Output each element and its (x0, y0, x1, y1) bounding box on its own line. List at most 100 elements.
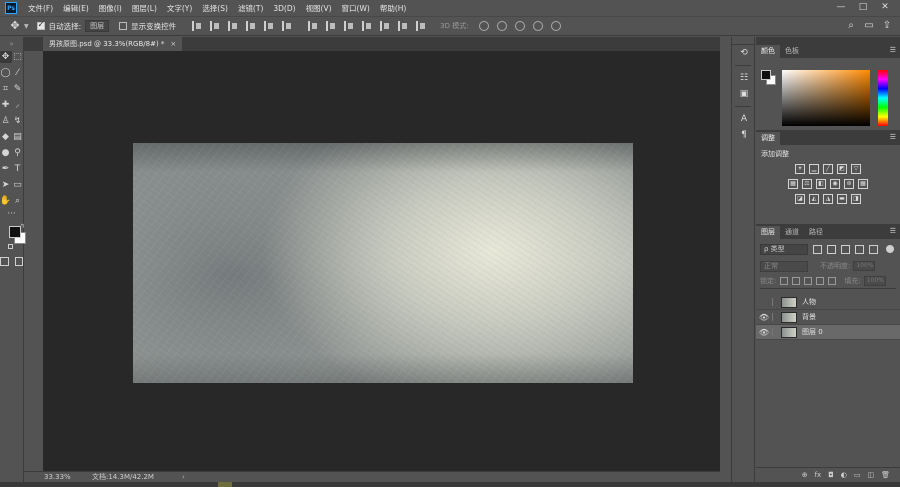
align-right-icon[interactable] (282, 21, 292, 31)
menu-type[interactable]: 文字(Y) (162, 3, 197, 14)
3d-orbit-icon[interactable] (478, 21, 489, 31)
auto-select-dropdown[interactable]: 图层 (85, 20, 110, 32)
workspace-icon[interactable]: ▭ (860, 20, 878, 31)
new-adjustment-icon[interactable]: ◐ (841, 471, 847, 479)
close-tab-icon[interactable]: × (170, 40, 176, 48)
blur-tool-icon[interactable]: ● (0, 147, 12, 159)
menu-3d[interactable]: 3D(D) (268, 4, 300, 13)
filter-toggle-icon[interactable] (886, 245, 894, 253)
threshold-icon[interactable]: ◮ (823, 194, 833, 204)
visibility-eye-icon[interactable]: 👁 (756, 298, 772, 307)
color-panel-foreground-swatch[interactable] (761, 70, 771, 80)
3d-roll-icon[interactable] (496, 21, 507, 31)
layer-style-icon[interactable]: fx (815, 471, 822, 479)
posterize-icon[interactable]: ◭ (809, 194, 819, 204)
menu-filter[interactable]: 滤镜(T) (233, 3, 268, 14)
layer-row[interactable]: 👁 人物 (756, 295, 900, 310)
3d-scale-icon[interactable] (550, 21, 561, 31)
menu-help[interactable]: 帮助(H) (375, 3, 412, 14)
levels-icon[interactable]: ▁ (809, 164, 819, 174)
share-icon[interactable]: ⇪ (878, 20, 896, 31)
tab-paths[interactable]: 路径 (804, 226, 828, 239)
vibrance-icon[interactable]: ▽ (851, 164, 861, 174)
healing-brush-tool-icon[interactable]: ✚ (0, 99, 12, 111)
filter-pixel-icon[interactable] (813, 244, 822, 254)
gradient-map-icon[interactable]: ▬ (837, 194, 847, 204)
tool-preset-chevron-icon[interactable]: ▼ (24, 23, 29, 30)
collapsed-panel-grip[interactable] (732, 37, 754, 45)
3d-pan-icon[interactable] (514, 21, 525, 31)
align-bottom-icon[interactable] (228, 21, 238, 31)
pen-tool-icon[interactable]: ✒ (0, 163, 12, 175)
lock-pixels-icon[interactable] (792, 277, 801, 285)
layer-name[interactable]: 人物 (802, 297, 816, 307)
blend-mode-dropdown[interactable]: 正常 (760, 260, 808, 272)
selective-color-icon[interactable]: ◨ (851, 194, 861, 204)
move-tool-icon[interactable]: ✥ (0, 51, 12, 63)
lock-all-icon[interactable] (828, 277, 837, 285)
adjust-panel-menu-icon[interactable]: ☰ (890, 133, 896, 141)
filter-adjust-icon[interactable] (827, 244, 836, 254)
auto-select-checkbox[interactable] (36, 20, 45, 30)
move-tool-icon[interactable]: ✥ (8, 19, 22, 33)
distribute-bottom-icon[interactable] (344, 21, 354, 31)
menu-layer[interactable]: 图层(L) (127, 3, 162, 14)
clone-stamp-tool-icon[interactable]: ♙ (0, 115, 12, 127)
color-panel-menu-icon[interactable]: ☰ (890, 46, 896, 54)
default-colors-icon[interactable] (8, 244, 13, 249)
hue-slider[interactable] (878, 70, 888, 126)
align-vcenter-icon[interactable] (210, 21, 220, 31)
visibility-eye-icon[interactable]: 👁 (756, 328, 772, 337)
lock-artboard-icon[interactable] (816, 277, 825, 285)
layers-panel-menu-icon[interactable]: ☰ (890, 227, 896, 235)
layer-row[interactable]: 👁 图层 0 (756, 325, 900, 340)
auto-align-icon[interactable] (416, 21, 426, 31)
dodge-tool-icon[interactable]: ⚲ (12, 147, 24, 159)
quick-select-tool-icon[interactable]: ⁄ (12, 67, 24, 79)
layer-name[interactable]: 背景 (802, 312, 816, 322)
paragraph-panel-icon[interactable]: ¶ (732, 127, 756, 143)
document-tab[interactable]: 男孩原图.psd @ 33.3%(RGB/8#) * × (43, 37, 183, 51)
distribute-vcenter-icon[interactable] (326, 21, 336, 31)
3d-slide-icon[interactable] (532, 21, 543, 31)
lock-position-icon[interactable] (804, 277, 813, 285)
filter-type-icon[interactable] (841, 244, 850, 254)
add-mask-icon[interactable]: ◘ (828, 471, 834, 479)
delete-layer-icon[interactable]: 🗑 (881, 471, 890, 479)
marquee-tool-icon[interactable]: ⬚ (12, 51, 24, 63)
distribute-right-icon[interactable] (398, 21, 408, 31)
menu-image[interactable]: 图像(I) (94, 3, 127, 14)
black-white-icon[interactable]: ◧ (816, 179, 826, 189)
toolbar-collapse-icon[interactable]: » (0, 37, 23, 51)
zoom-tool-icon[interactable]: ⌕ (12, 195, 24, 207)
search-icon[interactable]: ⌕ (842, 20, 860, 31)
menu-edit[interactable]: 编辑(E) (58, 3, 94, 14)
fill-input[interactable]: 100% (863, 276, 886, 286)
distribute-left-icon[interactable] (362, 21, 372, 31)
align-hcenter-icon[interactable] (264, 21, 274, 31)
distribute-top-icon[interactable] (308, 21, 318, 31)
show-transform-checkbox[interactable] (119, 22, 128, 30)
status-menu-arrow-icon[interactable]: › (182, 473, 185, 481)
color-balance-icon[interactable]: ⚖ (802, 179, 812, 189)
type-tool-icon[interactable]: T (12, 163, 24, 175)
exposure-icon[interactable]: ◩ (837, 164, 847, 174)
visibility-eye-icon[interactable]: 👁 (756, 313, 772, 322)
tab-swatches[interactable]: 色板 (780, 45, 804, 58)
maximize-button[interactable]: □ (852, 0, 874, 16)
zoom-level[interactable]: 33.33% (44, 473, 84, 481)
brightness-contrast-icon[interactable]: ☀ (795, 164, 805, 174)
color-picker-field[interactable] (782, 70, 870, 126)
tab-adjustments[interactable]: 调整 (756, 132, 780, 145)
tab-layers[interactable]: 图层 (756, 226, 780, 239)
foreground-color-swatch[interactable] (9, 226, 21, 238)
libraries-panel-icon[interactable]: ▣ (732, 86, 756, 102)
close-button[interactable]: ✕ (874, 0, 896, 16)
filter-shape-icon[interactable] (855, 244, 864, 254)
hue-saturation-icon[interactable]: ▦ (788, 179, 798, 189)
align-left-icon[interactable] (246, 21, 256, 31)
hand-tool-icon[interactable]: ✋ (0, 195, 12, 207)
gradient-tool-icon[interactable]: ▤ (12, 131, 24, 143)
eraser-tool-icon[interactable]: ◆ (0, 131, 12, 143)
tab-color[interactable]: 颜色 (756, 45, 780, 58)
